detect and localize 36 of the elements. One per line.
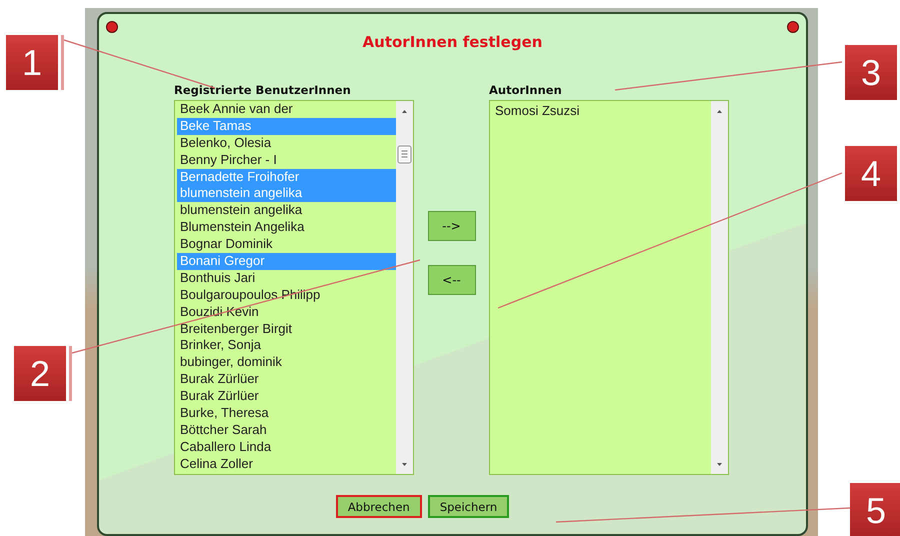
list-item[interactable]: Belenko, Olesia — [177, 134, 396, 152]
list-item[interactable]: blumenstein angelika — [177, 202, 396, 220]
list-item[interactable]: Böttcher Sarah — [177, 422, 396, 439]
list-item[interactable]: Breitenberger Birgit — [177, 320, 396, 338]
list-heading: Registrierte BenutzerInnen — [174, 83, 351, 99]
list-item[interactable]: Burak Zürlüer — [177, 371, 396, 388]
list-item[interactable]: Somosi Zsuzsi — [492, 103, 711, 120]
user-list[interactable] — [174, 100, 414, 475]
list-heading: AutorInnen — [489, 83, 562, 99]
list-item[interactable]: Blumenstein Angelika — [177, 219, 396, 236]
list-item[interactable]: Caballero Linda — [177, 438, 396, 456]
window-dot-icon — [787, 21, 799, 33]
move-button[interactable]: --> — [428, 211, 476, 241]
cancel-button[interactable]: Abbrechen — [336, 495, 422, 518]
list-item[interactable]: Brinker, Sonja — [177, 337, 396, 354]
author-list[interactable]: Somosi Zsuzsi — [489, 100, 729, 475]
scrollbar[interactable] — [711, 101, 728, 474]
window-dot-icon — [106, 21, 118, 33]
move-button[interactable]: <-- — [428, 265, 476, 295]
scrollbar[interactable] — [396, 101, 413, 474]
list-item[interactable]: Burak Zürlüer — [177, 388, 396, 406]
list-item[interactable]: Bognar Dominik — [177, 236, 396, 254]
save-button[interactable]: Speichern — [428, 495, 510, 518]
list-item[interactable]: Bonthuis Jari — [177, 270, 396, 287]
callout-badge: 2 — [14, 346, 69, 401]
list-item[interactable]: Burke, Theresa — [177, 405, 396, 422]
callout-badge: 5 — [850, 483, 900, 536]
dialog-title: AutorInnen festlegen — [362, 32, 542, 51]
list-item[interactable]: bubinger, dominik — [177, 354, 396, 372]
list-item[interactable]: Bouzidi Kevin — [177, 304, 396, 321]
list-item[interactable]: Benny Pircher - I — [177, 152, 396, 169]
list-item[interactable]: Beek Annie van der — [177, 101, 396, 118]
callout-badge: 3 — [845, 45, 900, 100]
list-item[interactable]: Celina Zoller — [177, 456, 396, 473]
callout-badge: 1 — [6, 35, 61, 90]
callout-badge: 4 — [845, 146, 900, 201]
